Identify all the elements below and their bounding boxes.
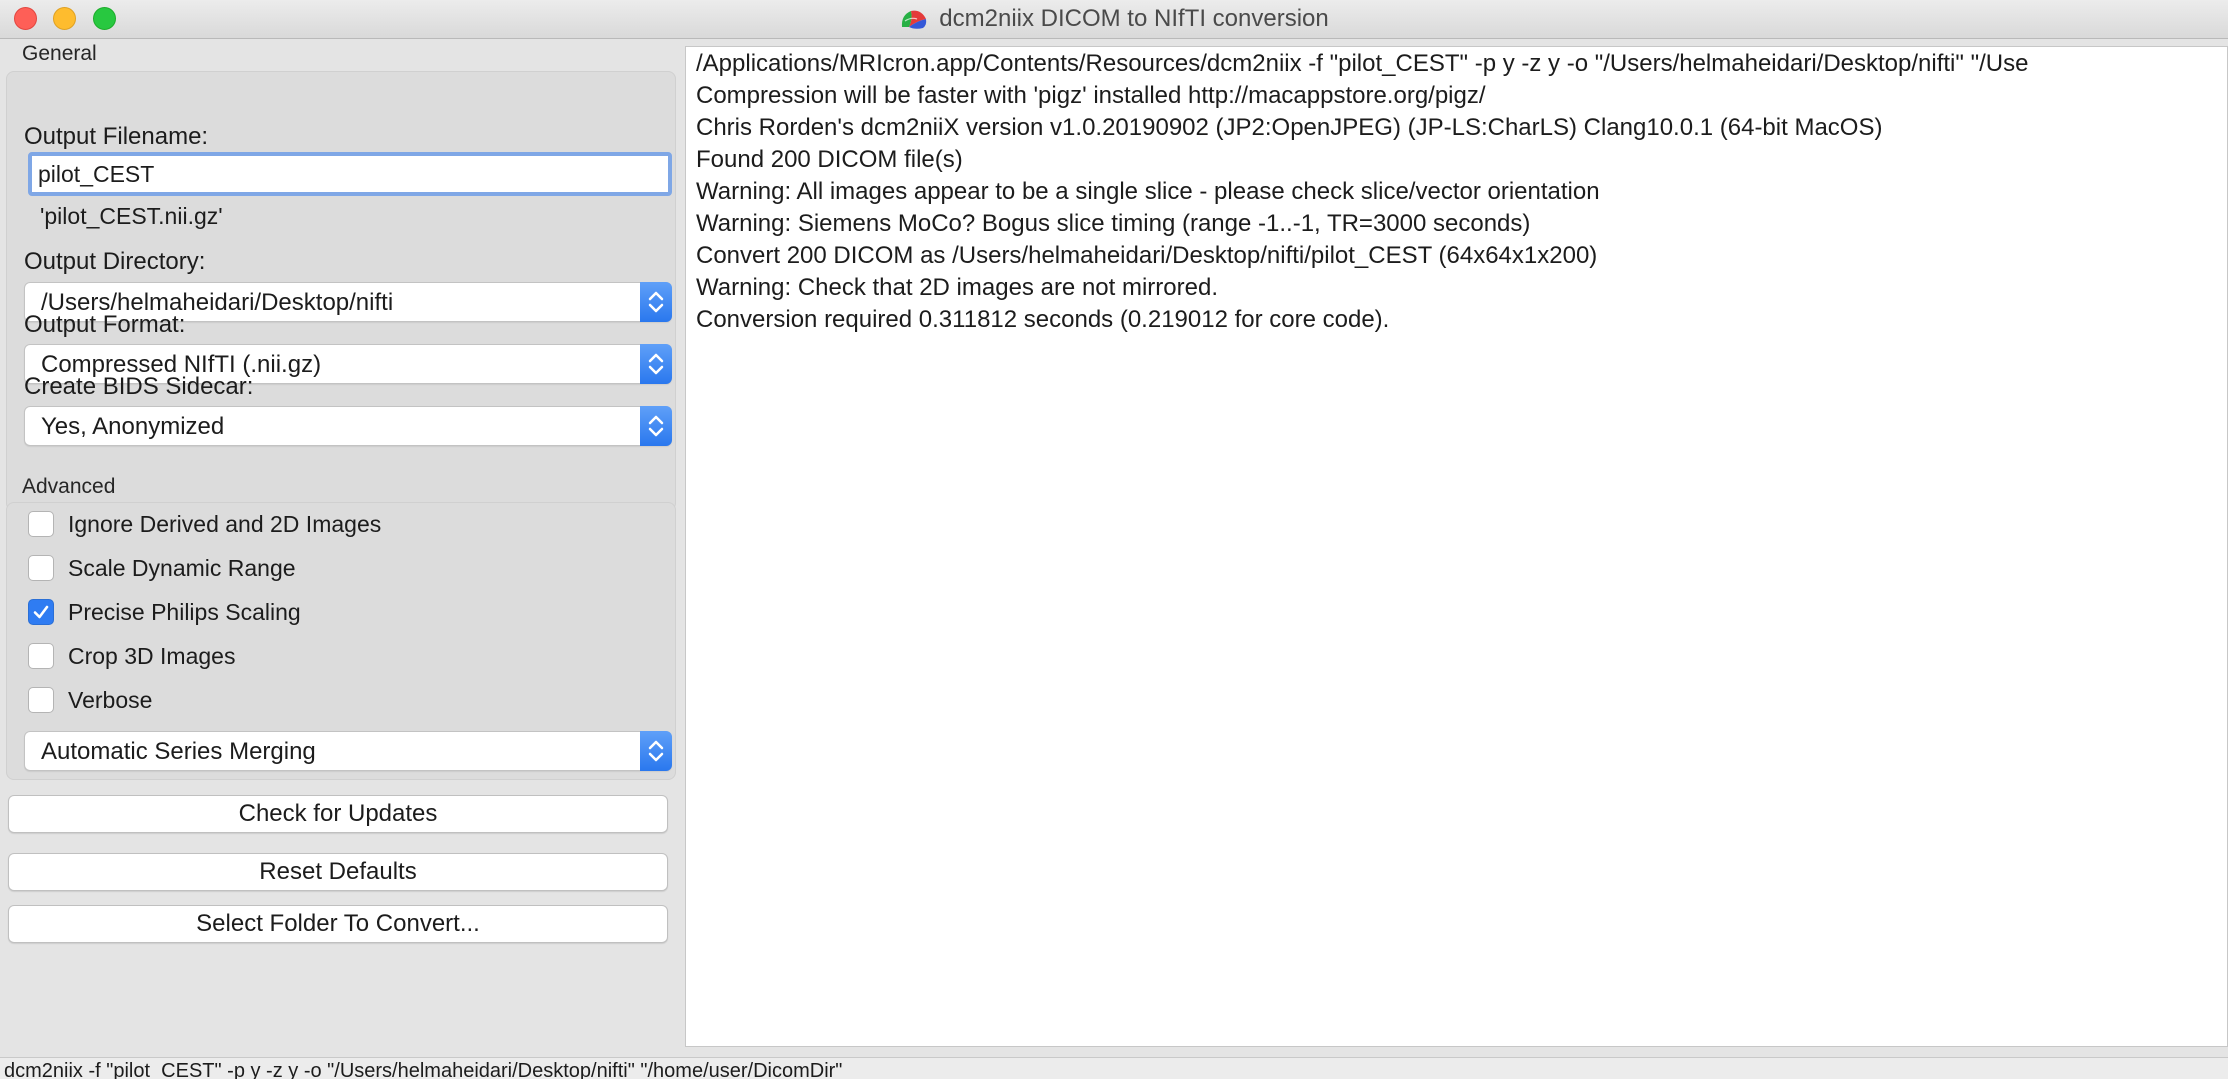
bids-sidecar-select[interactable]: Yes, Anonymized [24,406,672,446]
verbose-checkbox[interactable] [28,687,54,713]
bids-sidecar-label: Create BIDS Sidecar: [24,373,254,400]
precise-philips-scaling-checkbox[interactable] [28,599,54,625]
log-line: Chris Rorden's dcm2niiX version v1.0.201… [696,114,1883,141]
scale-dynamic-range-label: Scale Dynamic Range [68,554,296,581]
crop-3d-checkbox-row[interactable]: Crop 3D Images [28,641,235,671]
general-group-label: General [22,42,97,65]
output-format-label: Output Format: [24,311,186,338]
log-line: Warning: All images appear to be a singl… [696,178,1600,205]
checkmark-icon [33,605,49,619]
log-line: Found 200 DICOM file(s) [696,146,963,173]
select-folder-button[interactable]: Select Folder To Convert... [8,905,668,943]
up-down-chevron-icon [640,344,672,384]
up-down-chevron-icon [640,731,672,771]
reset-defaults-button[interactable]: Reset Defaults [8,853,668,891]
ignore-derived-label: Ignore Derived and 2D Images [68,510,382,537]
log-line: Warning: Check that 2D images are not mi… [696,274,1218,301]
output-filename-label: Output Filename: [24,123,209,150]
series-merging-value: Automatic Series Merging [41,738,316,765]
scale-dynamic-range-checkbox[interactable] [28,555,54,581]
precise-philips-scaling-label: Precise Philips Scaling [68,598,301,625]
advanced-group: Ignore Derived and 2D Images Scale Dynam… [6,502,676,780]
output-directory-label: Output Directory: [24,248,206,275]
scale-dynamic-range-checkbox-row[interactable]: Scale Dynamic Range [28,553,296,583]
settings-panel: General Output Filename: 'pilot_CEST.nii… [0,39,678,1057]
log-line: /Applications/MRIcron.app/Contents/Resou… [696,50,2029,77]
series-merging-select[interactable]: Automatic Series Merging [24,731,672,771]
brain-app-icon [902,10,927,29]
log-line: Warning: Siemens MoCo? Bogus slice timin… [696,210,1531,237]
status-command-text: dcm2niix -f "pilot_CEST" -p y -z y -o "/… [4,1060,843,1079]
crop-3d-checkbox[interactable] [28,643,54,669]
log-line: Convert 200 DICOM as /Users/helmaheidari… [696,242,1598,269]
advanced-group-label: Advanced [22,475,116,498]
general-group: Output Filename: 'pilot_CEST.nii.gz' Out… [6,71,676,511]
log-line: Compression will be faster with 'pigz' i… [696,82,1486,109]
crop-3d-label: Crop 3D Images [68,642,236,669]
filename-preview: 'pilot_CEST.nii.gz' [40,203,223,229]
output-filename-input[interactable] [28,152,672,196]
title-bar: dcm2niix DICOM to NIfTI conversion [0,0,2228,39]
verbose-label: Verbose [68,686,153,713]
conversion-log[interactable]: /Applications/MRIcron.app/Contents/Resou… [685,46,2228,1047]
log-line: Conversion required 0.311812 seconds (0.… [696,306,1390,333]
bids-sidecar-value: Yes, Anonymized [41,413,225,440]
ignore-derived-checkbox-row[interactable]: Ignore Derived and 2D Images [28,509,381,539]
up-down-chevron-icon [640,282,672,322]
ignore-derived-checkbox[interactable] [28,511,54,537]
up-down-chevron-icon [640,406,672,446]
verbose-checkbox-row[interactable]: Verbose [28,685,152,715]
window-title: dcm2niix DICOM to NIfTI conversion [939,5,1329,32]
check-updates-button[interactable]: Check for Updates [8,795,668,833]
status-bar: dcm2niix -f "pilot_CEST" -p y -z y -o "/… [0,1057,2228,1079]
precise-philips-scaling-checkbox-row[interactable]: Precise Philips Scaling [28,597,301,627]
